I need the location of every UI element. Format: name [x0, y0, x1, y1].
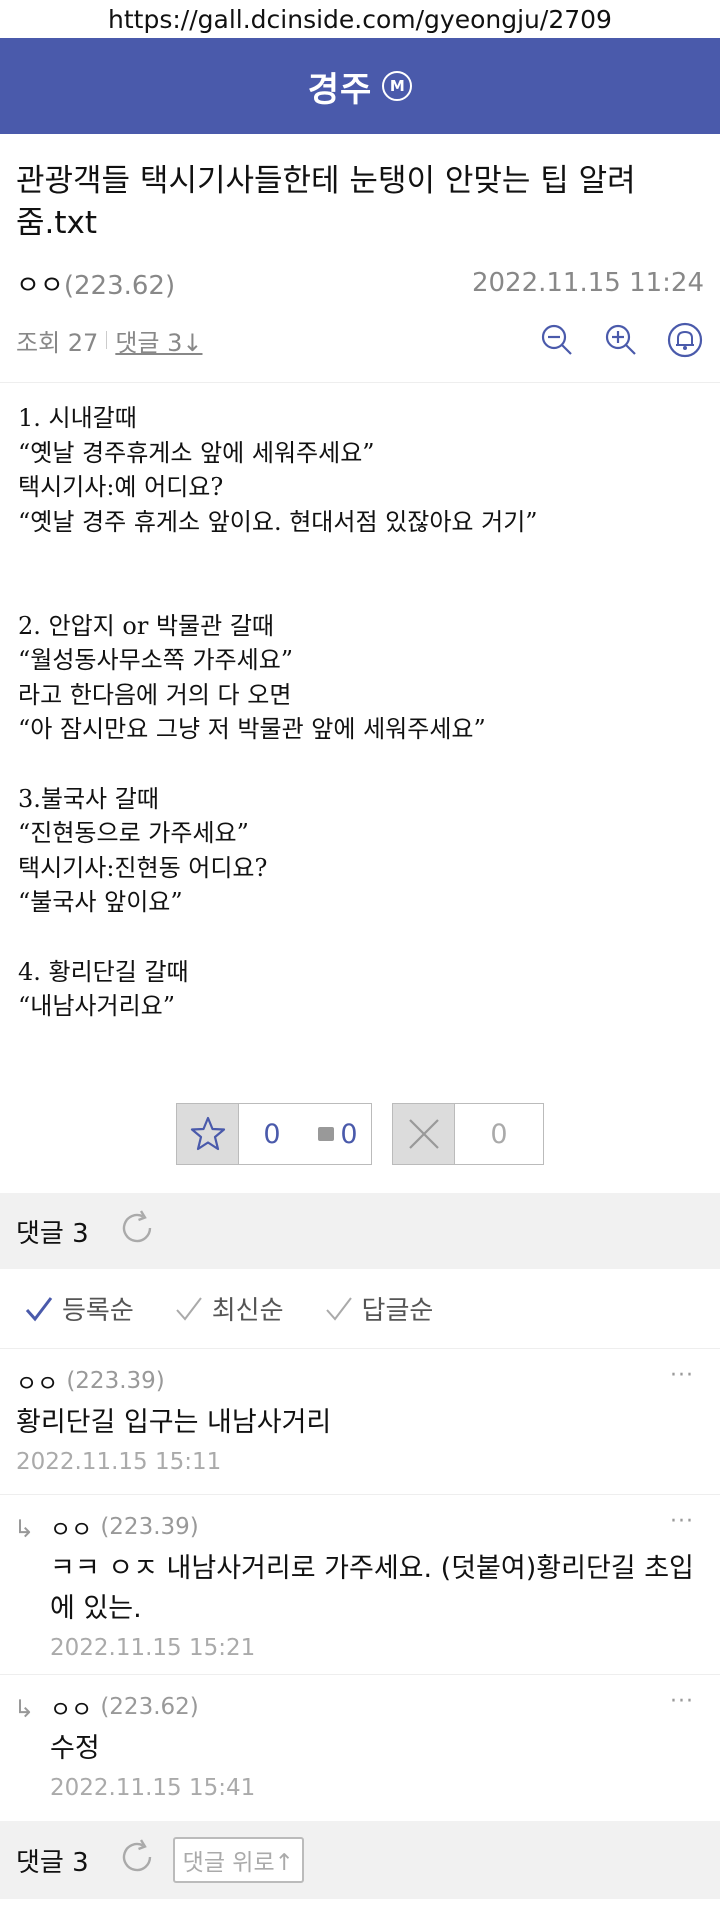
reply-ip: (223.39): [100, 1514, 199, 1540]
comment-author-line: ㅇㅇ (223.39): [16, 1363, 704, 1399]
not-recommend-box: 0: [392, 1103, 544, 1165]
content-line: “불국사 앞이요”: [18, 888, 183, 917]
comment-count-label: 댓글 3: [16, 1218, 89, 1249]
content-line: “옛날 경주 휴게소 앞이요. 현대서점 있잖아요 거기”: [18, 507, 538, 536]
post-content: 1. 시내갈때 “옛날 경주휴게소 앞에 세워주세요” 택시기사:예 어디요? “옛날…: [0, 383, 720, 1083]
content-line: 3.불국사 갈때: [18, 784, 159, 813]
content-line: [18, 747, 702, 782]
sort-latest-label: 최신순: [211, 1296, 284, 1326]
zoom-in-icon[interactable]: [602, 321, 640, 359]
url-bar[interactable]: https://gall.dcinside.com/gyeongju/2709: [0, 0, 720, 38]
reply-text: ㅋㅋ ㅇㅈ 내남사거리로 가주세요. (덧붙여)황리단길 초입에 있는.: [50, 1553, 694, 1624]
recommend-count: 0: [263, 1118, 281, 1150]
reply-text: 수정: [50, 1733, 100, 1764]
sort-latest[interactable]: 최신순: [174, 1290, 284, 1327]
post-title: 관광객들 택시기사들한테 눈탱이 안맞는 팁 알려줌.txt: [16, 163, 636, 241]
content-line: [18, 539, 702, 574]
post-meta: ㅇㅇ(223.62) 2022.11.15 11:24: [0, 254, 720, 312]
content-line: “진현동으로 가주세요”: [18, 819, 249, 848]
not-recommend-x-icon[interactable]: [393, 1104, 455, 1164]
comment-count-link[interactable]: 댓글 3↓: [115, 323, 202, 358]
not-recommend-count: 0: [490, 1118, 508, 1150]
reply-arrow-icon: ↳: [14, 1695, 35, 1723]
minor-gallery-badge: M: [382, 71, 413, 101]
recommend-star-icon[interactable]: [177, 1104, 239, 1164]
reply-item: ↳ ㅇㅇ (223.62) 수정 2022.11.15 15:41 ···: [0, 1675, 720, 1821]
check-icon: [325, 1296, 352, 1321]
content-line: “아 잠시만요 그냥 저 박물관 앞에 세워주세요”: [18, 715, 486, 744]
stat-divider: [106, 331, 108, 349]
check-icon: [176, 1296, 202, 1321]
recommend-box: 0 0: [176, 1103, 372, 1165]
more-options-icon[interactable]: ···: [670, 1363, 694, 1388]
fixed-recommend[interactable]: 0: [305, 1104, 371, 1164]
reply-author-line: ㅇㅇ (223.39): [50, 1509, 704, 1545]
comment-header-bar: 댓글 3: [0, 1193, 720, 1269]
post-author-ip: (223.62): [63, 270, 176, 301]
reply-author[interactable]: ㅇㅇ: [50, 1690, 92, 1724]
content-line: [18, 920, 702, 955]
comment-ip: (223.39): [66, 1368, 165, 1394]
comment-item: ㅇㅇ (223.39) 황리단길 입구는 내남사거리 2022.11.15 15:…: [0, 1349, 720, 1495]
sort-registered-label: 등록순: [62, 1296, 134, 1326]
sort-replies-label: 답글순: [361, 1296, 434, 1326]
check-icon: [25, 1296, 53, 1321]
comments-to-top-button[interactable]: 댓글 위로↑: [172, 1837, 304, 1883]
gallery-title[interactable]: 경주: [308, 62, 373, 111]
post-stats: 조회 27 댓글 3↓: [0, 312, 720, 368]
sort-replies[interactable]: 답글순: [324, 1290, 434, 1327]
post-author[interactable]: ㅇㅇ: [16, 271, 64, 301]
content-line: “내남사거리요”: [18, 992, 176, 1021]
gallery-header: 경주 M: [0, 38, 720, 134]
comment-count-label: 댓글 3: [16, 1847, 89, 1878]
reply-author-line: ㅇㅇ (223.62): [50, 1689, 704, 1725]
content-line: 라고 한다음에 거의 다 오면: [18, 680, 292, 709]
refresh-icon[interactable]: [117, 1208, 157, 1255]
comment-author[interactable]: ㅇㅇ: [16, 1364, 58, 1398]
reply-ip: (223.62): [100, 1694, 199, 1720]
content-line: 4. 황리단길 갈때: [18, 957, 189, 986]
fixed-recommend-icon: [318, 1127, 335, 1141]
content-line: 1. 시내갈때: [18, 404, 137, 432]
zoom-out-icon[interactable]: [538, 321, 576, 359]
fixed-recommend-count: 0: [340, 1118, 358, 1150]
content-line: [18, 574, 702, 609]
comment-text: 황리단길 입구는 내남사거리: [16, 1407, 332, 1438]
more-options-icon[interactable]: ···: [670, 1689, 694, 1714]
reply-item: ↳ ㅇㅇ (223.39) ㅋㅋ ㅇㅈ 내남사거리로 가주세요. (덧붙여)황리단…: [0, 1495, 720, 1675]
sort-registered[interactable]: 등록순: [24, 1290, 134, 1327]
bell-icon[interactable]: [666, 321, 704, 359]
reply-date: 2022.11.15 15:41: [50, 1775, 256, 1801]
content-line: 2. 안압지 or 박물관 갈때: [18, 611, 274, 640]
content-line: “월성동사무소쪽 가주세요”: [18, 646, 294, 675]
vote-row: 0 0 0: [0, 1103, 720, 1165]
refresh-icon[interactable]: [117, 1837, 157, 1884]
reply-author[interactable]: ㅇㅇ: [50, 1510, 92, 1544]
content-line: “옛날 경주휴게소 앞에 세워주세요”: [18, 438, 375, 467]
url-text: https://gall.dcinside.com/gyeongju/2709: [108, 4, 612, 34]
comment-footer-bar: 댓글 3 댓글 위로↑: [0, 1821, 720, 1899]
comment-date: 2022.11.15 15:11: [16, 1449, 222, 1475]
view-count: 조회 27: [16, 328, 99, 357]
content-line: 택시기사:진현동 어디요?: [18, 853, 268, 882]
reply-date: 2022.11.15 15:21: [50, 1635, 256, 1661]
reply-arrow-icon: ↳: [14, 1515, 35, 1543]
comment-sort-row: 등록순 최신순 답글순: [0, 1269, 720, 1349]
content-line: 택시기사:예 어디요?: [18, 473, 224, 502]
more-options-icon[interactable]: ···: [670, 1509, 694, 1534]
post-datetime: 2022.11.15 11:24: [471, 268, 704, 298]
